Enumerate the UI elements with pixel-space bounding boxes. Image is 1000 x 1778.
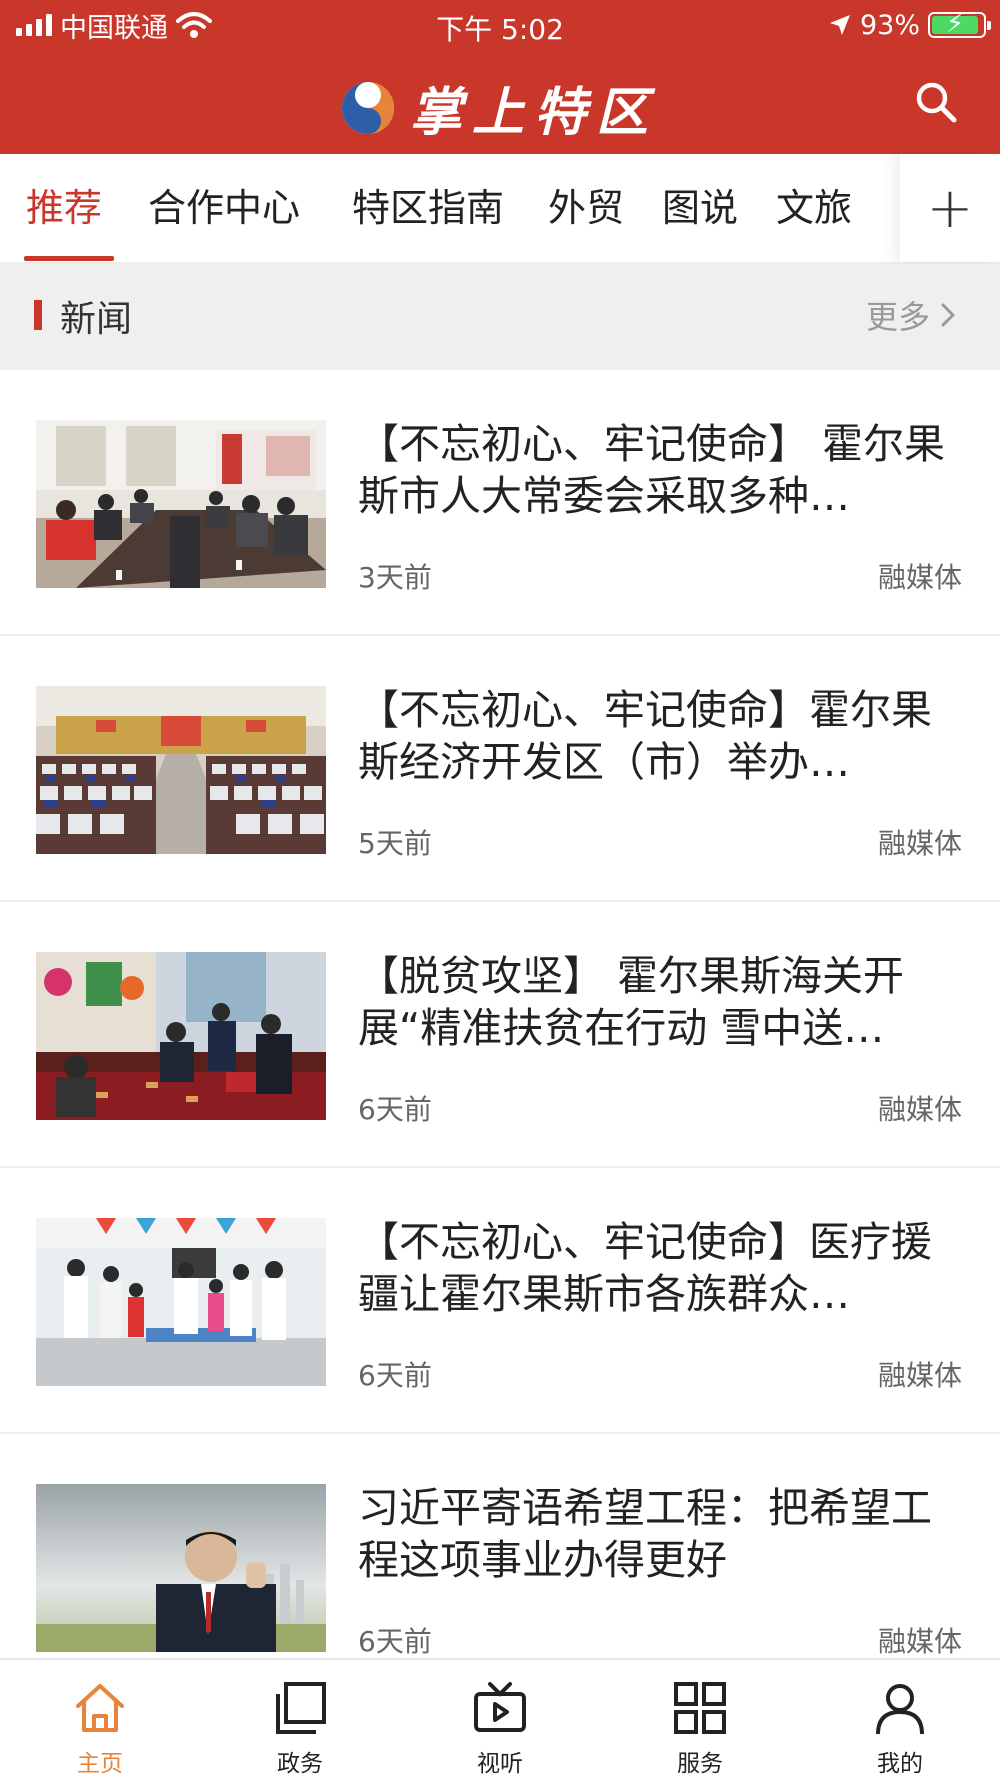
news-item[interactable]: 【不忘初心、牢记使命】霍尔果斯经济开发区（市）举办… 5天前 融媒体 — [0, 636, 1000, 902]
news-title: 【不忘初心、牢记使命】霍尔果斯经济开发区（市）举办… — [358, 686, 932, 786]
tab-pictures[interactable]: 图说 — [662, 154, 738, 262]
tab-zone-guide[interactable]: 特区指南 — [352, 154, 504, 262]
news-source: 融媒体 — [877, 1359, 962, 1392]
tv-play-icon — [474, 1682, 526, 1732]
status-bar: 中国联通 下午 5:02 93% ⚡ — [0, 0, 1000, 50]
nav-services[interactable]: 服务 — [600, 1660, 800, 1778]
search-icon[interactable] — [912, 78, 960, 126]
news-source: 融媒体 — [877, 827, 962, 860]
more-label: 更多 — [865, 298, 930, 336]
nav-label: 视听 — [477, 1751, 523, 1777]
app-logo: 掌上特区 — [338, 70, 658, 145]
news-title: 【不忘初心、牢记使命】 霍尔果斯市人大常委会采取多种… — [358, 420, 946, 520]
home-icon — [76, 1684, 124, 1732]
news-time: 5天前 — [358, 827, 432, 860]
news-list: 【不忘初心、牢记使命】 霍尔果斯市人大常委会采取多种… 3天前 融媒体 【不忘初… — [0, 370, 1000, 1700]
user-icon — [876, 1684, 924, 1735]
tab-cooperation-center[interactable]: 合作中心 — [148, 154, 300, 262]
battery-icon: ⚡ — [928, 11, 991, 38]
chevron-right-icon — [941, 303, 955, 327]
nav-profile[interactable]: 我的 — [800, 1660, 1000, 1778]
news-time: 3天前 — [358, 561, 432, 594]
news-thumbnail — [36, 686, 326, 854]
category-tabs: 推荐 合作中心 特区指南 外贸 图说 文旅 + — [0, 154, 1000, 264]
news-title: 【不忘初心、牢记使命】医疗援疆让霍尔果斯市各族群众… — [358, 1218, 932, 1318]
news-thumbnail — [36, 952, 326, 1120]
status-right: 93% ⚡ — [828, 8, 991, 42]
tab-culture-tourism[interactable]: 文旅 — [776, 154, 852, 262]
nav-label: 我的 — [877, 1751, 923, 1777]
active-tab-indicator — [24, 256, 114, 261]
nav-home[interactable]: 主页 — [0, 1660, 200, 1778]
news-item[interactable]: 【不忘初心、牢记使命】医疗援疆让霍尔果斯市各族群众… 6天前 融媒体 — [0, 1168, 1000, 1434]
news-item[interactable]: 【脱贫攻坚】 霍尔果斯海关开展“精准扶贫在行动 雪中送… 6天前 融媒体 — [0, 902, 1000, 1168]
bottom-tab-bar: 主页 政务 视听 服务 我的 — [0, 1658, 1000, 1778]
nav-government[interactable]: 政务 — [200, 1660, 400, 1778]
title-bar: 掌上特区 — [0, 50, 1000, 154]
news-thumbnail — [36, 1218, 326, 1386]
add-tab-button[interactable]: + — [900, 154, 1000, 262]
news-time: 6天前 — [358, 1625, 432, 1658]
tab-recommend[interactable]: 推荐 — [26, 154, 102, 262]
nav-label: 主页 — [77, 1751, 123, 1777]
news-thumbnail — [36, 420, 326, 588]
news-title: 【脱贫攻坚】 霍尔果斯海关开展“精准扶贫在行动 雪中送… — [358, 952, 905, 1052]
news-source: 融媒体 — [877, 1093, 962, 1126]
section-accent-bar — [34, 300, 42, 330]
app-header: 中国联通 下午 5:02 93% ⚡ 掌上特区 — [0, 0, 1000, 154]
news-title: 习近平寄语希望工程：把希望工程这项事业办得更好 — [358, 1484, 932, 1584]
tab-foreign-trade[interactable]: 外贸 — [548, 154, 624, 262]
layers-icon — [276, 1682, 326, 1734]
news-source: 融媒体 — [877, 561, 962, 594]
section-title: 新闻 — [60, 299, 133, 340]
location-arrow-icon — [829, 15, 850, 35]
nav-media[interactable]: 视听 — [400, 1660, 600, 1778]
news-source: 融媒体 — [877, 1625, 962, 1658]
news-item[interactable]: 【不忘初心、牢记使命】 霍尔果斯市人大常委会采取多种… 3天前 融媒体 — [0, 370, 1000, 636]
grid-icon — [674, 1682, 726, 1734]
app-title: 掌上特区 — [410, 82, 659, 143]
news-time: 6天前 — [358, 1359, 432, 1392]
more-link[interactable]: 更多 — [866, 292, 956, 338]
news-time: 6天前 — [358, 1093, 432, 1126]
logo-mark-icon — [342, 81, 394, 134]
news-section-header: 新闻 更多 — [0, 264, 1000, 370]
battery-percent: 93% — [859, 9, 920, 41]
news-thumbnail — [36, 1484, 326, 1652]
nav-label: 服务 — [677, 1751, 723, 1777]
nav-label: 政务 — [277, 1751, 323, 1777]
